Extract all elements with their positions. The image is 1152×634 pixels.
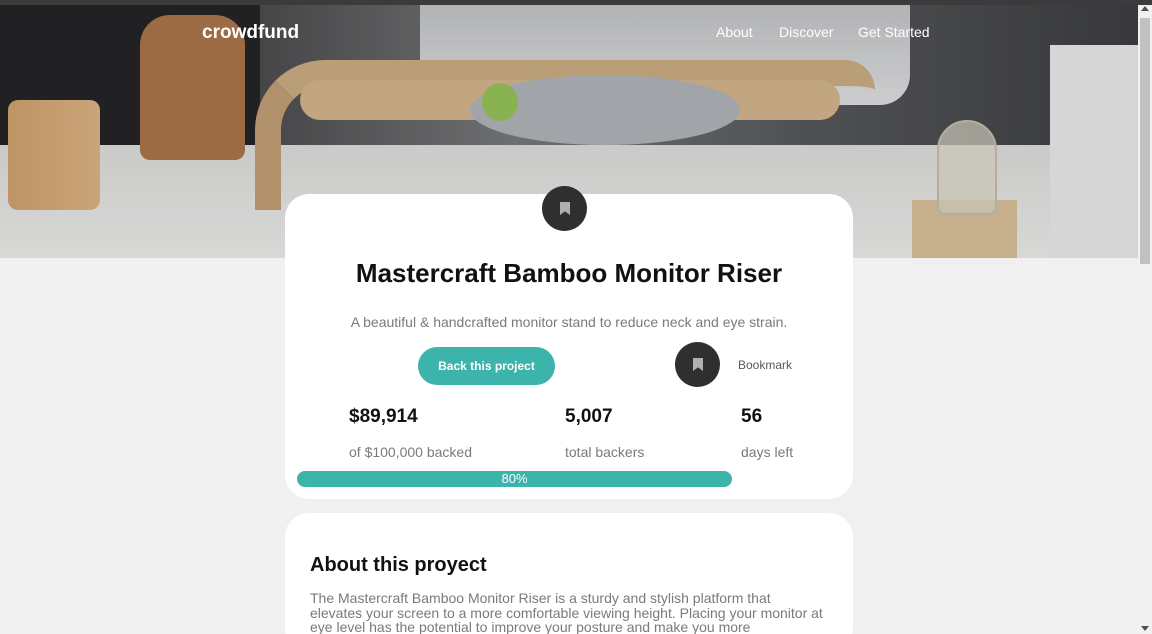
top-nav: crowdfund About Discover Get Started <box>0 5 1138 60</box>
stat-days-value: 56 <box>741 406 763 427</box>
back-project-button[interactable]: Back this project <box>418 347 555 385</box>
nav-link-about[interactable]: About <box>716 24 753 40</box>
stat-backers-label: total backers <box>565 444 645 460</box>
bookmark-label[interactable]: Bookmark <box>738 358 792 372</box>
project-logo-badge <box>542 186 587 231</box>
funding-progress-bar: 80% <box>297 471 732 487</box>
stat-days-label: days left <box>741 444 794 460</box>
stat-backed-value: $89,914 <box>349 406 418 427</box>
bookmark-button[interactable] <box>675 342 720 387</box>
about-title: About this proyect <box>310 554 487 576</box>
logo[interactable]: crowdfund <box>202 22 299 44</box>
project-title: Mastercraft Bamboo Monitor Riser <box>355 258 783 288</box>
about-text: The Mastercraft Bamboo Monitor Riser is … <box>310 590 823 634</box>
scroll-up-arrow-icon[interactable] <box>1141 6 1149 11</box>
project-subtitle: A beautiful & handcrafted monitor stand … <box>350 314 788 330</box>
nav-link-discover[interactable]: Discover <box>779 24 833 40</box>
scroll-down-arrow-icon[interactable] <box>1141 626 1149 631</box>
stat-backers-value: 5,007 <box>565 406 613 427</box>
scrollbar-thumb[interactable] <box>1140 18 1150 264</box>
nav-link-get-started[interactable]: Get Started <box>858 24 930 40</box>
bookmark-icon <box>560 202 570 215</box>
bookmark-icon <box>693 358 703 371</box>
stat-backed-label: of $100,000 backed <box>349 444 472 460</box>
